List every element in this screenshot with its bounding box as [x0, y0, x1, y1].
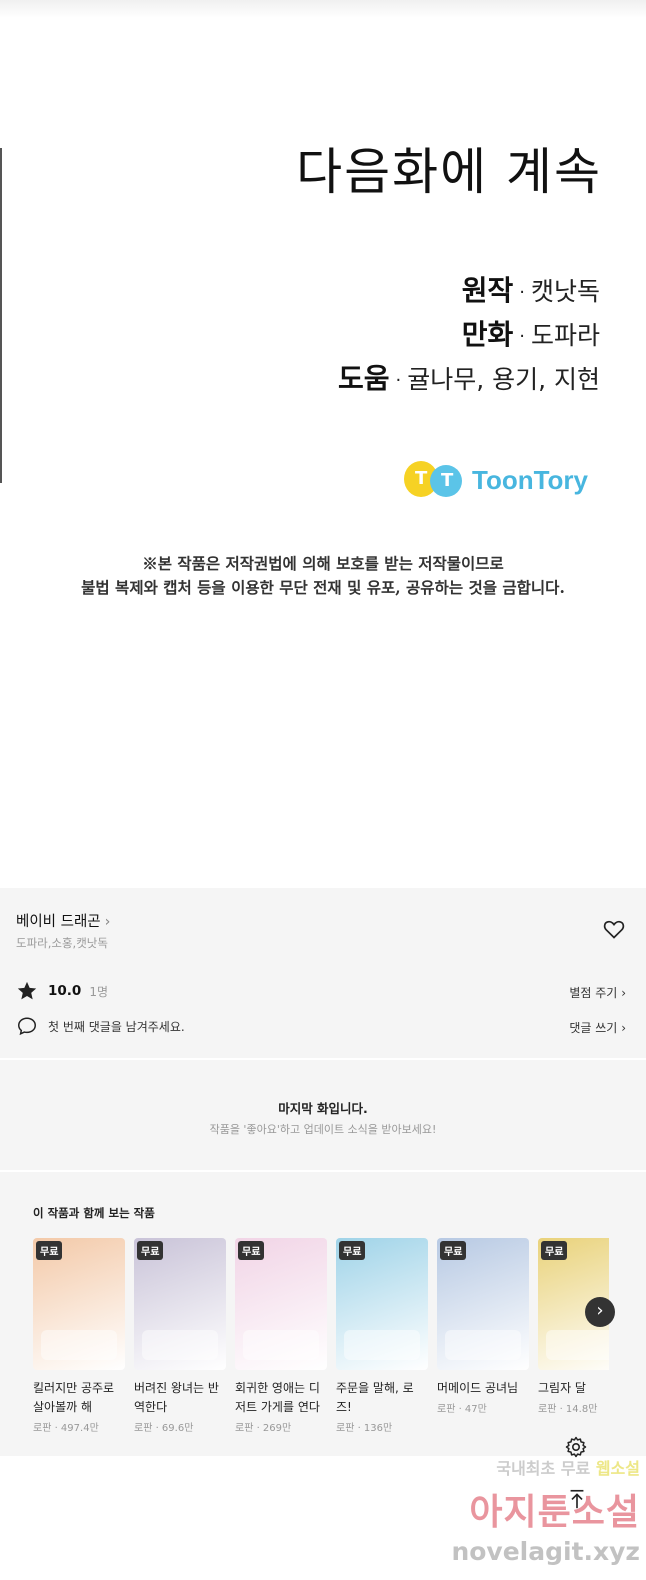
chevron-right-icon: › [621, 1021, 626, 1035]
write-comment-label: 댓글 쓰기 [569, 1021, 618, 1035]
card-thumbnail: 무료 [437, 1238, 529, 1370]
card-title: 머메이드 공녀님 [437, 1381, 519, 1395]
work-title: 베이비 드래곤 [16, 914, 101, 930]
card-title: 주문을 말해, 로즈! [336, 1381, 414, 1414]
free-badge: 무료 [339, 1241, 366, 1260]
rate-button[interactable]: 별점 주기 › [569, 984, 626, 1001]
notice-line-1: ※본 작품은 저작권법에 의해 보호를 받는 저작물이므로 [142, 554, 504, 573]
recommendation-card[interactable]: 무료 주문을 말해, 로즈! 로판 · 136만 [336, 1238, 428, 1434]
last-episode-title: 마지막 화입니다. [278, 1101, 368, 1116]
recommendation-card[interactable]: 무료 버려진 왕녀는 반역한다 로판 · 69.6만 [134, 1238, 226, 1434]
recommendations-heading: 이 작품과 함께 보는 작품 [33, 1206, 155, 1220]
comic-panel: 다음화에 계속 원작 · 캣낫독 만화 · 도파라 도움 · 귤나무, 용기, 지현 T T… [0, 0, 646, 885]
chevron-right-icon: › [596, 1300, 604, 1321]
top-fade [0, 0, 646, 18]
credit-assist: 도움 · 귤나무, 용기, 지현 [337, 362, 600, 395]
panel-border-line [0, 148, 2, 483]
card-thumbnail: 무료 [235, 1238, 327, 1370]
credit-art: 만화 · 도파라 [461, 318, 600, 351]
card-thumbnail: 무료 [134, 1238, 226, 1370]
rate-button-label: 별점 주기 [569, 986, 618, 1000]
comment-icon [18, 1017, 36, 1036]
watermark-line-1b: 웹소설 [595, 1459, 640, 1478]
card-meta: 로판 · 47만 [437, 1404, 487, 1415]
chevron-right-icon: › [621, 986, 626, 1000]
card-thumbnail: 무료 [336, 1238, 428, 1370]
toontory-logo: T T ToonTory [404, 458, 588, 502]
watermark-line-3: novelagit.xyz [451, 1537, 640, 1566]
write-comment-button[interactable]: 댓글 쓰기 › [569, 1019, 626, 1036]
free-badge: 무료 [541, 1241, 568, 1260]
card-meta: 로판 · 14.8만 [538, 1404, 598, 1415]
free-badge: 무료 [137, 1241, 164, 1260]
recommendation-card[interactable]: 무료 회귀한 영애는 디저트 가게를 연다 로판 · 269만 [235, 1238, 327, 1434]
recommendation-card[interactable]: 무료 머메이드 공녀님 로판 · 47만 [437, 1238, 529, 1415]
notice-line-2: 불법 복제와 캡처 등을 이용한 무단 전재 및 유포, 공유하는 것을 금합니… [81, 578, 565, 597]
recommendations-carousel: 무료 킬러지만 공주로 살아볼까 해 로판 · 497.4만 무료 버려진 왕녀… [33, 1238, 609, 1438]
card-title: 킬러지만 공주로 살아볼까 해 [33, 1381, 115, 1414]
watermark-line-1a: 국내최초 무료 [496, 1459, 596, 1478]
heart-icon[interactable] [602, 917, 626, 941]
last-episode-subtitle: 작품을 '좋아요'하고 업데이트 소식을 받아보세요! [209, 1123, 437, 1136]
section-divider [0, 1058, 646, 1060]
rating-count: 1명 [89, 984, 108, 999]
credits: 원작 · 캣낫독 만화 · 도파라 도움 · 귤나무, 용기, 지현 [338, 270, 600, 402]
free-badge: 무료 [36, 1241, 63, 1260]
star-icon [17, 981, 37, 1000]
carousel-next-button[interactable]: › [585, 1297, 615, 1327]
watermark-line-2: 아지툰소설 [469, 1492, 640, 1533]
comment-summary[interactable]: 첫 번째 댓글을 남겨주세요. [16, 1015, 185, 1037]
card-meta: 로판 · 269만 [235, 1423, 292, 1434]
to-be-continued-text: 다음화에 계속 [296, 143, 602, 201]
free-badge: 무료 [238, 1241, 265, 1260]
work-authors: 도파라,소홍,캣낫독 [16, 936, 108, 950]
work-title-link[interactable]: 베이비 드래곤 › [16, 910, 110, 931]
card-meta: 로판 · 136만 [336, 1423, 393, 1434]
watermark: 국내최초 무료 웹소설 아지툰소설 novelagit.xyz [440, 1455, 640, 1573]
card-title: 그림자 달 [538, 1381, 586, 1395]
card-meta: 로판 · 69.6만 [134, 1423, 194, 1434]
recommendation-card[interactable]: 무료 킬러지만 공주로 살아볼까 해 로판 · 497.4만 [33, 1238, 125, 1434]
card-title: 버려진 왕녀는 반역한다 [134, 1381, 219, 1414]
section-divider [0, 1170, 646, 1172]
watermark-line-1: 국내최초 무료 웹소설 [440, 1455, 640, 1479]
card-title: 회귀한 영애는 디저트 가게를 연다 [235, 1381, 320, 1414]
free-badge: 무료 [440, 1241, 467, 1260]
credit-original: 원작 · 캣낫독 [461, 274, 600, 307]
toontory-logo-icon: T T [404, 459, 468, 501]
rating-score: 10.0 [48, 983, 82, 999]
card-thumbnail: 무료 [33, 1238, 125, 1370]
chevron-right-icon: › [104, 914, 111, 930]
card-meta: 로판 · 497.4만 [33, 1423, 99, 1434]
rating-summary: 10.0 1명 [16, 980, 108, 1002]
copyright-notice: ※본 작품은 저작권법에 의해 보호를 받는 저작물이므로 불법 복제와 캡처 … [0, 552, 646, 600]
comment-placeholder: 첫 번째 댓글을 남겨주세요. [48, 1019, 185, 1034]
toontory-logo-text: ToonTory [472, 464, 589, 495]
